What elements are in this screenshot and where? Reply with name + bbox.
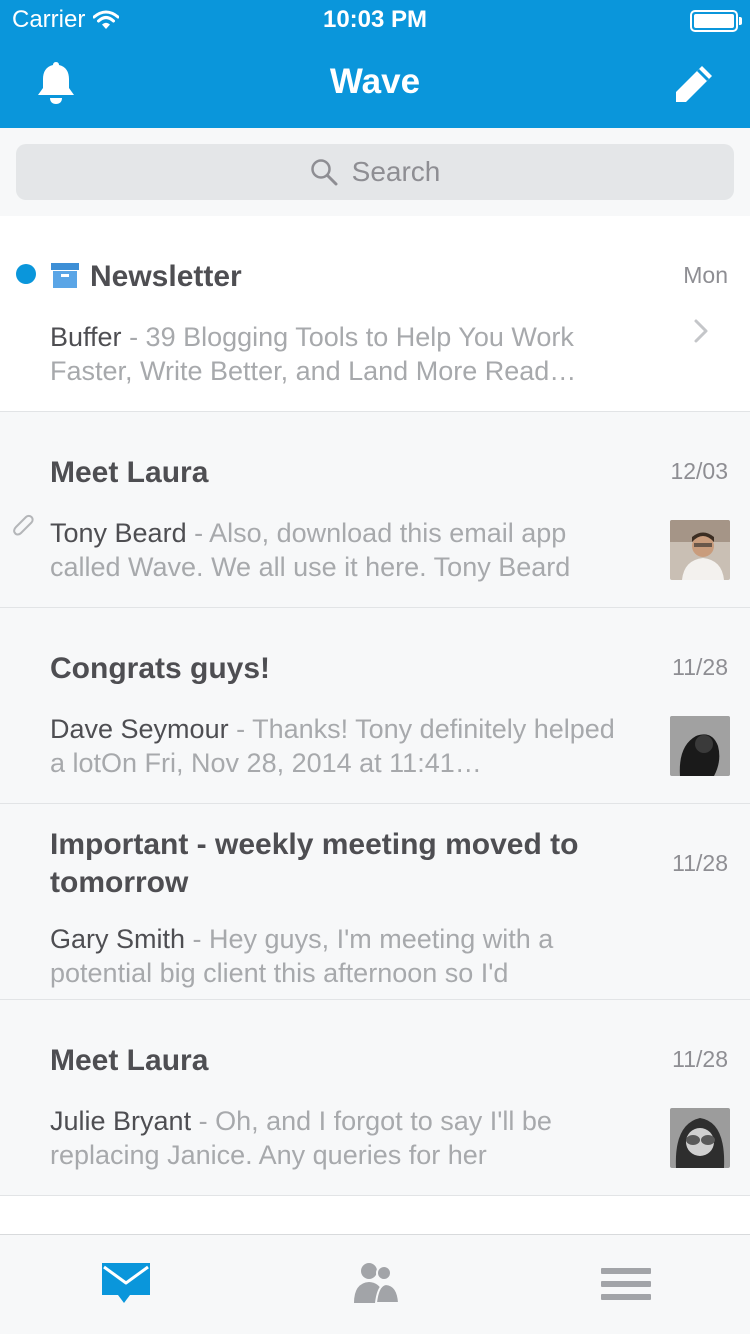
message-row[interactable]: Important - weekly meeting moved to tomo… xyxy=(0,804,750,1000)
page-title: Wave xyxy=(329,62,421,101)
message-sender: Gary Smith xyxy=(50,924,186,954)
message-preview: Gary Smith - Hey guys, I'm meeting with … xyxy=(50,922,630,990)
search-bar-container: Search xyxy=(0,128,750,216)
mail-icon[interactable] xyxy=(96,1259,156,1309)
message-preview: Dave Seymour - Thanks! Tony definitely h… xyxy=(50,712,630,780)
archive-box-icon xyxy=(51,263,79,288)
search-icon xyxy=(310,159,338,186)
paperclip-icon xyxy=(13,514,34,536)
menu-icon[interactable] xyxy=(596,1259,656,1309)
contacts-icon[interactable] xyxy=(346,1259,406,1309)
search-input[interactable]: Search xyxy=(16,144,734,200)
message-subject: Meet Laura xyxy=(50,1044,209,1077)
message-row[interactable]: Congrats guys! 11/28 Dave Seymour - Than… xyxy=(0,608,750,804)
message-snippet: - 39 Blogging Tools to Help You Work Fas… xyxy=(50,322,577,386)
status-time: 10:03 PM xyxy=(322,6,428,33)
unread-indicator xyxy=(16,264,36,284)
message-date: 11/28 xyxy=(672,850,728,876)
message-preview: Tony Beard - Also, download this email a… xyxy=(50,516,630,584)
message-subject: Meet Laura xyxy=(50,456,209,489)
status-bar: Carrier 10:03 PM xyxy=(0,0,750,40)
message-sender: Tony Beard xyxy=(50,518,187,548)
chevron-right-icon xyxy=(694,319,708,343)
compose-icon[interactable] xyxy=(672,62,716,106)
avatar xyxy=(670,1108,730,1168)
message-sender: Dave Seymour xyxy=(50,714,229,744)
message-row[interactable]: Meet Laura 12/03 Tony Beard - Also, down… xyxy=(0,412,750,608)
message-subject: Important - weekly meeting moved to tomo… xyxy=(50,828,579,899)
message-sender: Julie Bryant xyxy=(50,1106,192,1136)
message-date: 12/03 xyxy=(670,458,728,484)
message-row[interactable]: Newsletter Mon Buffer - 39 Blogging Tool… xyxy=(0,216,750,412)
app-header: Carrier 10:03 PM Wave xyxy=(0,0,750,128)
message-date: Mon xyxy=(683,262,728,288)
message-subject: Newsletter xyxy=(90,260,242,293)
message-date: 11/28 xyxy=(672,1046,728,1072)
search-placeholder: Search xyxy=(351,156,441,187)
message-row[interactable]: Meet Laura 11/28 Julie Bryant - Oh, and … xyxy=(0,1000,750,1196)
tab-bar xyxy=(0,1234,750,1334)
message-preview: Buffer - 39 Blogging Tools to Help You W… xyxy=(50,320,630,388)
message-list: Newsletter Mon Buffer - 39 Blogging Tool… xyxy=(0,216,750,1196)
avatar xyxy=(670,716,730,776)
message-subject: Congrats guys! xyxy=(50,652,271,685)
avatar xyxy=(670,520,730,580)
message-sender: Buffer xyxy=(50,322,122,352)
message-preview: Julie Bryant - Oh, and I forgot to say I… xyxy=(50,1104,630,1172)
message-date: 11/28 xyxy=(672,654,728,680)
battery-icon xyxy=(690,10,742,32)
